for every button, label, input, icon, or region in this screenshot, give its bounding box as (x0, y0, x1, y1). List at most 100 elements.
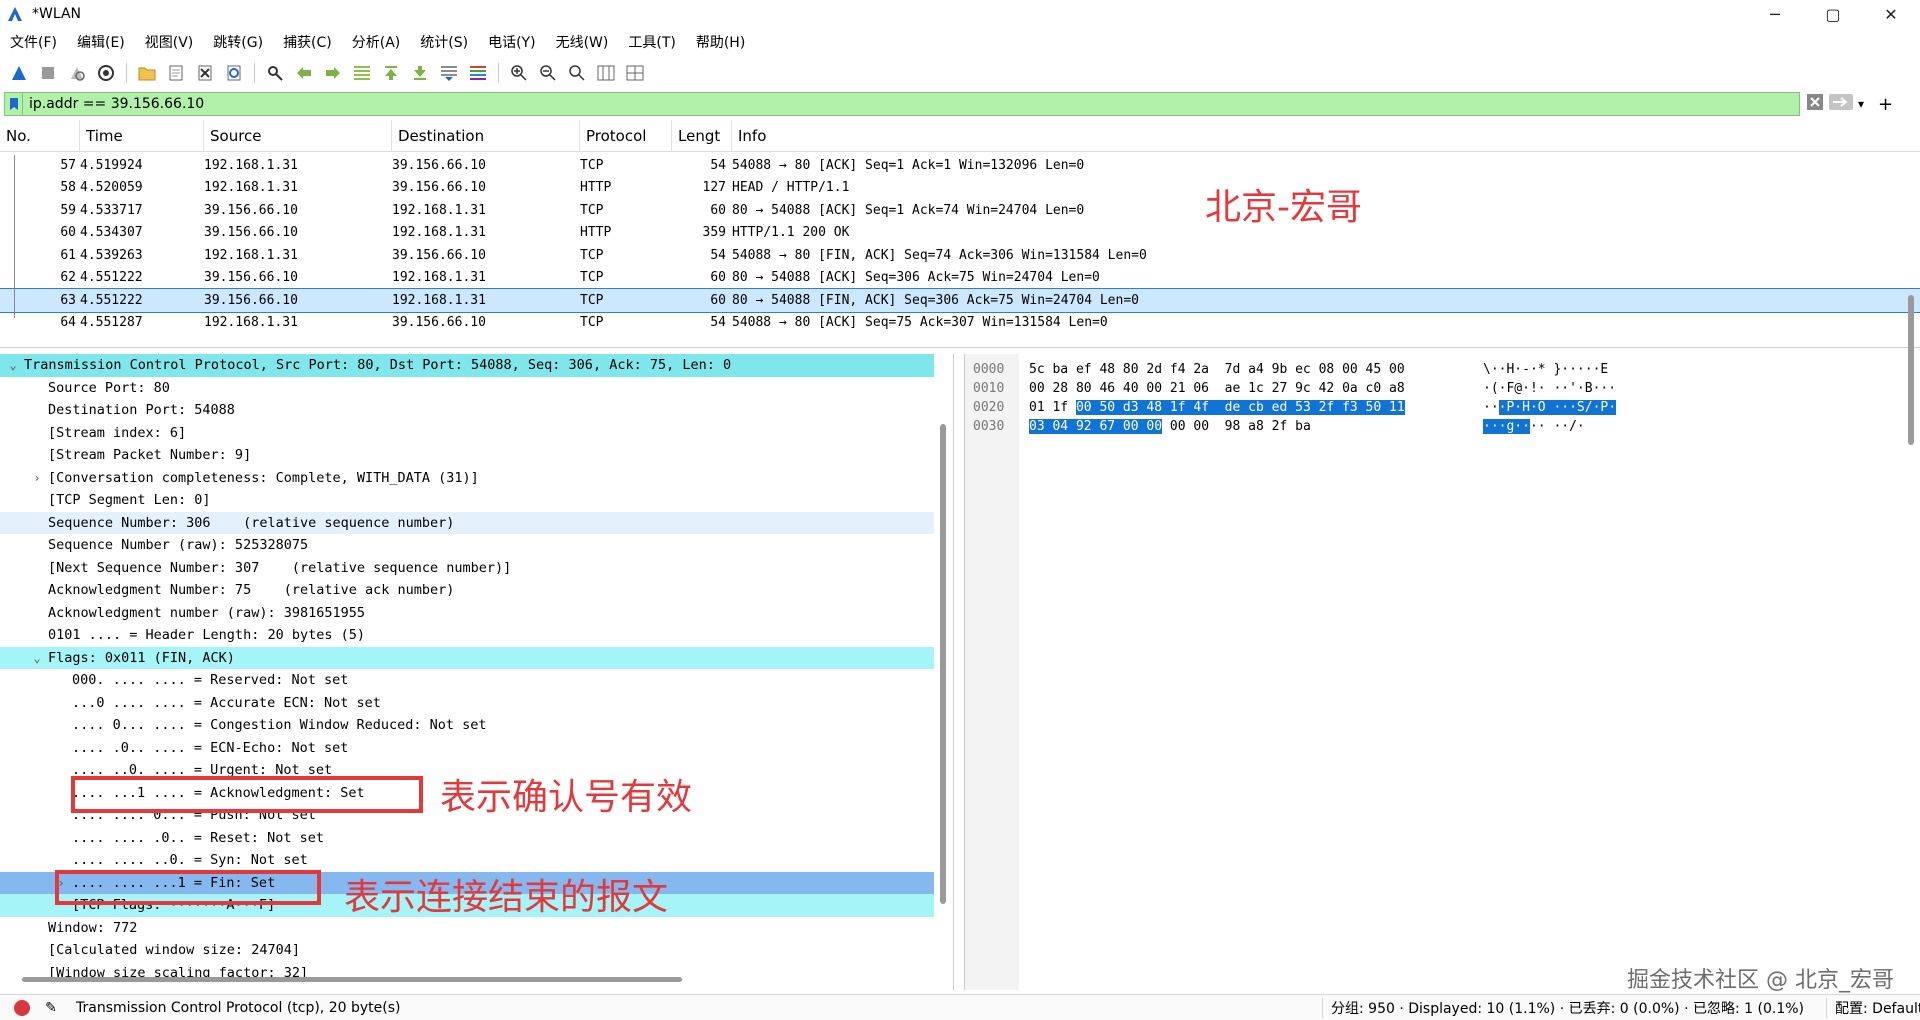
detail-row[interactable]: [Stream Packet Number: 9] (0, 444, 934, 467)
packet-row[interactable]: 61 4.539263 192.168.1.31 39.156.66.10 TCP 54 5… (0, 244, 1920, 267)
col-header-source[interactable]: Source (204, 119, 392, 152)
hex-ascii[interactable]: ···P·H·O ···S/·P· (1477, 400, 1617, 415)
display-filter-field (4, 92, 1800, 116)
add-filter-button-icon[interactable]: + (1878, 94, 1893, 115)
menu-help[interactable]: 帮助(H) (686, 32, 755, 52)
detail-row[interactable]: ⌄ Flags: 0x011 (FIN, ACK) (0, 646, 934, 669)
menu-tools[interactable]: 工具(T) (618, 32, 685, 52)
hex-bytes[interactable]: 00 28 80 46 40 00 21 06 ae 1c 27 9c 42 0… (1019, 381, 1477, 396)
details-horizontal-scrollbar[interactable] (22, 977, 682, 982)
hex-bytes[interactable]: 01 1f 00 50 d3 48 1f 4f de cb ed 53 2f f… (1019, 400, 1477, 415)
detail-row[interactable]: Acknowledgment number (raw): 3981651955 (0, 602, 934, 625)
apply-filter-icon[interactable] (1828, 93, 1854, 115)
menu-go[interactable]: 跳转(G) (203, 32, 273, 52)
expand-toggle-icon[interactable]: ⌄ (4, 358, 22, 372)
close-file-icon[interactable] (192, 61, 218, 85)
packet-row[interactable]: 63 4.551222 39.156.66.10 192.168.1.31 TCP 60 8… (0, 288, 1920, 313)
hex-ascii[interactable]: ·(·F@·!· ··'·B··· (1477, 381, 1616, 396)
detail-row[interactable]: Source Port: 80 (0, 377, 934, 400)
detail-row[interactable]: Sequence Number: 306 (relative sequence … (0, 511, 934, 534)
packet-row[interactable]: 57 4.519924 192.168.1.31 39.156.66.10 TCP 54 5… (0, 154, 1920, 177)
expand-toggle-icon[interactable]: › (28, 471, 46, 485)
capture-comment-icon[interactable]: ✎ (42, 1000, 60, 1016)
detail-row[interactable]: Sequence Number (raw): 525328075 (0, 534, 934, 557)
start-capture-icon[interactable] (6, 61, 32, 85)
packet-row[interactable]: 60 4.534307 39.156.66.10 192.168.1.31 HTTP 35… (0, 222, 1920, 245)
col-header-no[interactable]: No. (0, 119, 80, 152)
go-to-packet-icon[interactable] (349, 61, 375, 85)
capture-options-icon[interactable] (93, 61, 119, 85)
last-packet-icon[interactable] (407, 61, 433, 85)
detail-row[interactable]: .... 0... .... = Congestion Window Reduc… (0, 714, 934, 737)
expert-info-icon[interactable] (14, 999, 30, 1016)
col-header-info[interactable]: Info (732, 120, 1920, 152)
menu-wireless[interactable]: 无线(W) (546, 32, 619, 52)
detail-row[interactable]: 0101 .... = Header Length: 20 bytes (5) (0, 624, 934, 647)
menu-view[interactable]: 视图(V) (135, 32, 204, 52)
go-forward-icon[interactable] (320, 61, 346, 85)
detail-row[interactable]: [Stream index: 6] (0, 422, 934, 445)
bookmark-icon[interactable] (5, 93, 23, 115)
hex-bytes[interactable]: 03 04 92 67 00 00 00 00 98 a8 2f ba (1019, 419, 1477, 434)
detail-row[interactable]: Destination Port: 54088 (0, 399, 934, 422)
hex-bytes[interactable]: 5c ba ef 48 80 2d f4 2a 7d a4 9b ec 08 0… (1019, 362, 1477, 377)
col-header-destination[interactable]: Destination (392, 119, 580, 152)
col-header-protocol[interactable]: Protocol (580, 119, 672, 152)
menu-file[interactable]: 文件(F) (0, 32, 67, 52)
detail-row[interactable]: ⌄ Transmission Control Protocol, Src Port… (0, 354, 934, 377)
cell-protocol: TCP (580, 247, 604, 263)
open-file-icon[interactable] (134, 61, 160, 85)
detail-row[interactable]: Acknowledgment Number: 75 (relative ack … (0, 579, 934, 602)
menu-statistics[interactable]: 统计(S) (410, 32, 478, 52)
go-back-icon[interactable] (291, 61, 317, 85)
menu-telephony[interactable]: 电话(Y) (478, 32, 545, 52)
save-file-icon[interactable] (163, 61, 189, 85)
layout-icon[interactable] (622, 61, 648, 85)
resize-columns-icon[interactable] (593, 61, 619, 85)
detail-row[interactable]: [TCP Segment Len: 0] (0, 489, 934, 512)
first-packet-icon[interactable] (378, 61, 404, 85)
restart-capture-icon[interactable] (64, 61, 90, 85)
hex-row: 0000 5c ba ef 48 80 2d f4 2a 7d a4 9b ec … (965, 360, 1608, 379)
reload-file-icon[interactable] (221, 61, 247, 85)
restore-button[interactable]: ▢ (1804, 0, 1862, 28)
cell-info: 80 → 54088 [ACK] Seq=306 Ack=75 Win=2470… (732, 270, 1100, 286)
autoscroll-icon[interactable] (436, 61, 462, 85)
packet-row[interactable]: 58 4.520059 192.168.1.31 39.156.66.10 HTTP 12… (0, 177, 1920, 200)
details-scrollbar[interactable] (940, 424, 946, 904)
status-profile[interactable]: 配置: Default (1826, 997, 1920, 1018)
packet-row[interactable]: 62 4.551222 39.156.66.10 192.168.1.31 TCP 60 8… (0, 267, 1920, 290)
detail-row[interactable]: .... .... .0.. = Reset: Not set (0, 827, 934, 850)
detail-row[interactable]: [Calculated window size: 24704] (0, 939, 934, 962)
cell-length: 60 (710, 202, 726, 218)
zoom-in-icon[interactable] (506, 61, 532, 85)
col-header-time[interactable]: Time (80, 119, 204, 152)
hex-ascii[interactable]: \··H·-·* }·····E (1477, 362, 1608, 377)
expand-toggle-icon[interactable]: ⌄ (28, 651, 46, 665)
menu-analyze[interactable]: 分析(A) (342, 32, 411, 52)
packet-list: No. Time Source Destination Protocol Len… (0, 119, 1920, 445)
menu-capture[interactable]: 捕获(C) (273, 32, 342, 52)
detail-row[interactable]: › [Conversation completeness: Complete, W… (0, 467, 934, 490)
colorize-icon[interactable] (465, 61, 491, 85)
toolbar-separator (254, 63, 255, 83)
hex-ascii[interactable]: ···g···· ··/· (1477, 419, 1585, 434)
menu-edit[interactable]: 编辑(E) (67, 32, 135, 52)
display-filter-input[interactable] (23, 93, 1799, 115)
detail-row[interactable]: .... .0.. .... = ECN-Echo: Not set (0, 737, 934, 760)
minimize-button[interactable]: ─ (1746, 0, 1804, 28)
zoom-out-icon[interactable] (535, 61, 561, 85)
packet-row[interactable]: 59 4.533717 39.156.66.10 192.168.1.31 TCP 60 8… (0, 199, 1920, 222)
detail-row[interactable]: 000. .... .... = Reserved: Not set (0, 669, 934, 692)
detail-row[interactable]: [Next Sequence Number: 307 (relative seq… (0, 557, 934, 580)
find-packet-icon[interactable] (262, 61, 288, 85)
filter-history-dropdown-icon[interactable]: ▾ (1858, 97, 1864, 111)
detail-row[interactable]: ...0 .... .... = Accurate ECN: Not set (0, 692, 934, 715)
clear-filter-icon[interactable] (1806, 93, 1824, 115)
close-button[interactable]: ✕ (1862, 0, 1920, 28)
stop-capture-icon[interactable] (35, 61, 61, 85)
packet-row[interactable]: 64 4.551287 192.168.1.31 39.156.66.10 TCP 54 5… (0, 312, 1920, 335)
col-header-length[interactable]: Lengt (672, 119, 732, 152)
normal-size-icon[interactable] (564, 61, 590, 85)
detail-text: Acknowledgment Number: 75 (relative ack … (48, 582, 455, 599)
